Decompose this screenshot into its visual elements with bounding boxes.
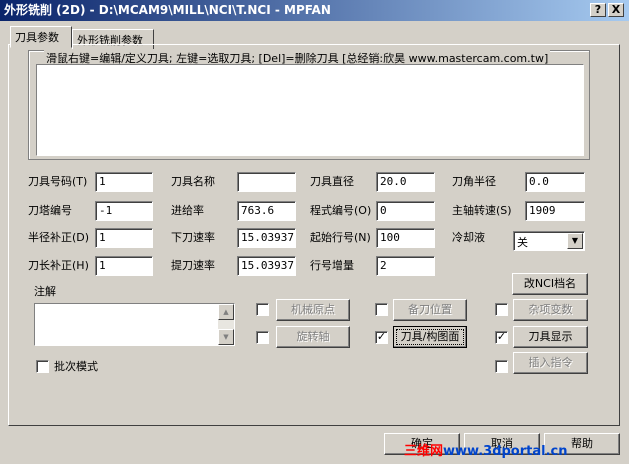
corner-radius-input[interactable]: 0.0 [525,172,585,192]
plunge-rate-label: 下刀速率 [171,231,215,244]
tool-name-input[interactable] [237,172,296,192]
misc-values-checkbox[interactable] [495,303,508,316]
tool-number-label: 刀具号码(T) [28,175,88,188]
plunge-rate-input[interactable]: 15.03937 [237,228,296,248]
scroll-up-icon[interactable]: ▲ [218,304,234,320]
help-title-button[interactable]: ? [590,3,606,17]
coolant-label: 冷却液 [452,231,485,244]
retract-rate-label: 提刀速率 [171,259,215,272]
tool-name-label: 刀具名称 [171,175,215,188]
tool-display-button[interactable]: 刀具显示 [513,326,588,348]
corner-radius-label: 刀角半径 [452,175,496,188]
start-seq-input[interactable]: 100 [376,228,435,248]
tool-display-checkbox[interactable]: ✓ [495,331,508,344]
home-pos-checkbox[interactable] [256,303,269,316]
comment-textarea[interactable] [34,303,235,346]
tab-tool-parameters[interactable]: 刀具参数 [10,26,72,48]
misc-values-button[interactable]: 杂项变数 [513,299,588,321]
check-icon: ✓ [496,330,507,343]
coolant-select[interactable]: 关 ▼ [513,231,585,251]
radius-comp-label: 半径补正(D) [28,231,90,244]
title-bar[interactable]: 外形铣削 (2D) - D:\MCAM9\MILL\NCI\T.NCI - MP… [0,0,629,21]
coolant-value: 关 [517,236,528,249]
tool-plane-checkbox[interactable]: ✓ [375,331,388,344]
seq-increment-label: 行号增量 [310,259,354,272]
batch-mode-label: 批次模式 [54,360,98,373]
insert-cmd-checkbox[interactable] [495,360,508,373]
program-number-label: 程式编号(O) [310,204,372,217]
check-icon: ✓ [376,330,387,343]
change-nci-button[interactable]: 改NCI档名 [512,273,588,295]
comment-scrollbar[interactable]: ▲ ▼ [218,304,234,345]
tool-diameter-label: 刀具直径 [310,175,354,188]
feed-rate-input[interactable]: 763.6 [237,201,296,221]
watermark-cn: 三维网 [404,444,444,459]
rotary-axis-checkbox[interactable] [256,331,269,344]
tab-label: 刀具参数 [15,31,59,44]
chevron-down-icon[interactable]: ▼ [567,233,583,249]
feed-rate-label: 进给率 [171,204,204,217]
radius-comp-input[interactable]: 1 [95,228,153,248]
ref-point-button[interactable]: 备刀位置 [393,299,467,321]
seq-increment-input[interactable]: 2 [376,256,435,276]
start-seq-label: 起始行号(N) [310,231,371,244]
tool-list-area[interactable] [36,64,584,156]
length-comp-label: 刀长补正(H) [28,259,89,272]
comment-label: 注解 [34,285,56,298]
window-title: 外形铣削 (2D) - D:\MCAM9\MILL\NCI\T.NCI - MP… [4,3,331,17]
turret-number-label: 刀塔编号 [28,204,72,217]
close-button[interactable]: X [608,3,624,17]
tool-diameter-input[interactable]: 20.0 [376,172,435,192]
tool-plane-button[interactable]: 刀具/构图面 [393,326,467,348]
ref-point-checkbox[interactable] [375,303,388,316]
home-pos-button[interactable]: 机械原点 [276,299,350,321]
rotary-axis-button[interactable]: 旋转轴 [276,326,350,348]
spindle-speed-label: 主轴转速(S) [452,204,512,217]
length-comp-input[interactable]: 1 [95,256,153,276]
turret-number-input[interactable]: -1 [95,201,153,221]
retract-rate-input[interactable]: 15.03937 [237,256,296,276]
insert-cmd-button[interactable]: 插入指令 [513,352,588,374]
watermark: 三维网www.3dportal.cn [404,440,568,459]
tool-number-input[interactable]: 1 [95,172,153,192]
spindle-speed-input[interactable]: 1909 [525,201,585,221]
batch-mode-checkbox[interactable] [36,360,49,373]
watermark-url: www.3dportal.cn [443,444,568,459]
scroll-down-icon[interactable]: ▼ [218,329,234,345]
program-number-input[interactable]: 0 [376,201,435,221]
